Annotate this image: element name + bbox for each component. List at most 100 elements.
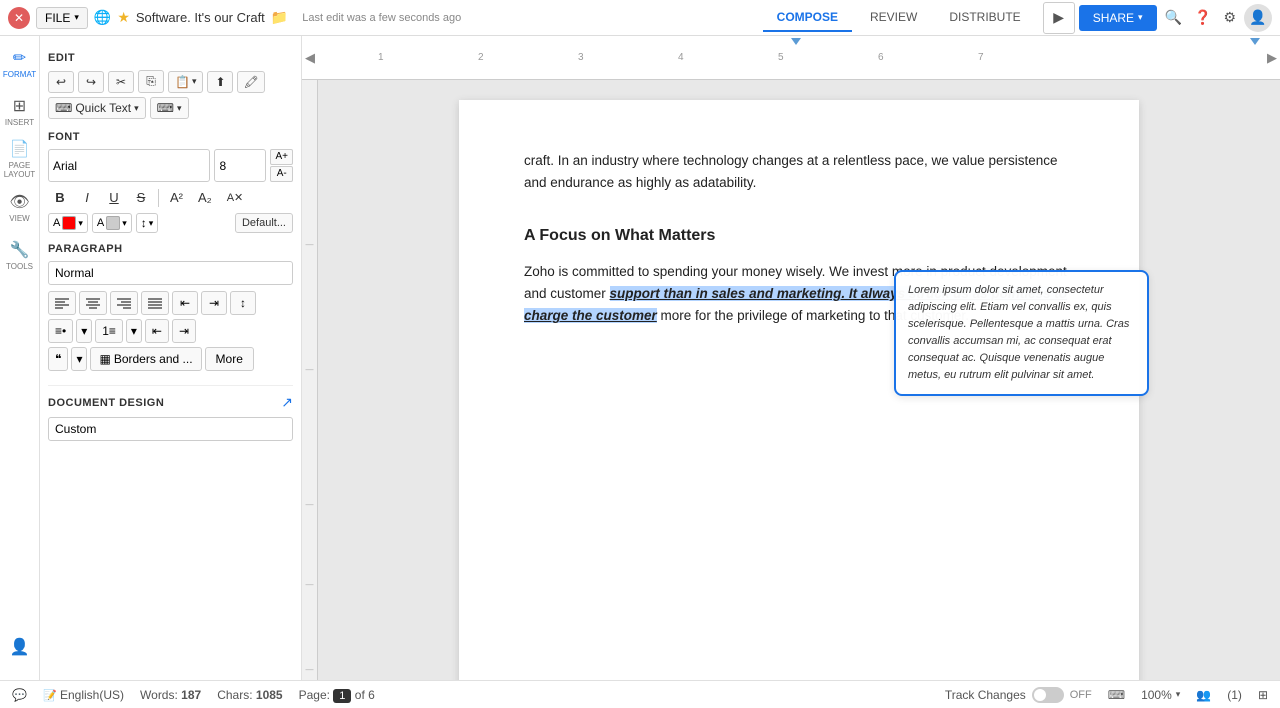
insert-icon: ⊞ xyxy=(13,96,26,116)
copy-button[interactable]: ⎘ xyxy=(138,70,164,93)
subscript-button[interactable]: A₂ xyxy=(192,186,218,209)
settings-icon[interactable]: ⚙ xyxy=(1219,5,1240,30)
decrease-indent-button[interactable]: ⇤ xyxy=(172,291,198,315)
close-button[interactable]: ✕ xyxy=(8,7,30,29)
present-icon[interactable]: ▶ xyxy=(1043,2,1075,34)
font-select-row: Arial Times New Roman Courier New 8 9 10… xyxy=(48,149,293,182)
sidebar-item-page[interactable]: 📄 PAGE LAYOUT xyxy=(2,136,38,182)
avatar[interactable]: 👤 xyxy=(1244,4,1272,32)
doc-pages: craft. In an industry where technology c… xyxy=(318,80,1280,680)
increase-indent-button[interactable]: ⇥ xyxy=(201,291,227,315)
move-up-button[interactable]: ⬆ xyxy=(207,71,233,93)
undo-button[interactable]: ↩ xyxy=(48,71,74,93)
collab-icon[interactable]: 👥 xyxy=(1196,688,1211,702)
numbered-list-button[interactable]: 1≡ xyxy=(95,319,123,343)
list-indent-out-button[interactable]: ⇥ xyxy=(172,319,196,343)
language[interactable]: 📝 English(US) xyxy=(43,688,124,702)
doc-title: Software. It's our Craft xyxy=(136,10,265,25)
char-count: Chars: 1085 xyxy=(217,688,282,702)
intro-paragraph: craft. In an industry where technology c… xyxy=(524,150,1074,195)
numbered-list-arrow[interactable]: ▾ xyxy=(126,319,142,343)
font-color-picker[interactable]: A ▾ xyxy=(48,213,88,233)
ruler-numbers: 1 2 3 4 5 6 7 xyxy=(318,36,1264,79)
font-size-increase-button[interactable]: A+ xyxy=(270,149,293,165)
topbar-right: COMPOSE REVIEW DISTRIBUTE ▶ SHARE ▾ 🔍 ❓ … xyxy=(763,2,1272,34)
quick-text-button[interactable]: ⌨ Quick Text ▾ xyxy=(48,97,146,119)
doc-scroll-container[interactable]: — — — — — craft. In an industry where te… xyxy=(302,80,1280,680)
align-left-button[interactable] xyxy=(48,291,76,315)
format-preset-button[interactable]: ⌨ ▾ xyxy=(150,97,189,119)
left-panel: EDIT ↩ ↪ ✂ ⎘ 📋 ▾ ⬆ 🖍 ⌨ Quick Text ▾ ⌨ ▾ xyxy=(40,36,302,680)
bold-button[interactable]: B xyxy=(48,186,72,209)
underline-button[interactable]: U xyxy=(102,186,126,209)
status-bar: 💬 📝 English(US) Words: 187 Chars: 1085 P… xyxy=(0,680,1280,708)
ruler-arrow-left[interactable]: ◀ xyxy=(302,50,318,66)
align-right-button[interactable] xyxy=(110,291,138,315)
chat-icon[interactable]: 💬 xyxy=(12,688,27,702)
font-size-decrease-button[interactable]: A- xyxy=(270,166,293,182)
sidebar-item-insert[interactable]: ⊞ INSERT xyxy=(2,88,38,134)
ruler-arrow-right[interactable]: ▶ xyxy=(1264,50,1280,66)
tab-compose[interactable]: COMPOSE xyxy=(763,4,852,32)
paragraph-style-select[interactable]: Normal Heading 1 Heading 2 Heading 3 Tit… xyxy=(48,261,293,285)
star-icon[interactable]: ★ xyxy=(117,9,130,26)
word-count: Words: 187 xyxy=(140,688,201,702)
redo-button[interactable]: ↪ xyxy=(78,71,104,93)
page[interactable]: craft. In an industry where technology c… xyxy=(459,100,1139,680)
superscript-button[interactable]: A² xyxy=(164,186,189,209)
doc-design-label: DOCUMENT DESIGN xyxy=(48,397,164,409)
folder-icon: 📁 xyxy=(271,9,288,26)
borders-button[interactable]: ▦ Borders and ... xyxy=(90,347,201,371)
align-justify-button[interactable] xyxy=(141,291,169,315)
view-icon: 👁 xyxy=(9,192,29,212)
tab-distribute[interactable]: DISTRIBUTE xyxy=(935,4,1034,32)
align-center-button[interactable] xyxy=(79,291,107,315)
doc-design-select[interactable]: Custom Default Modern Classic xyxy=(48,417,293,441)
edit-toolbar-row: ↩ ↪ ✂ ⎘ 📋 ▾ ⬆ 🖍 xyxy=(48,70,293,93)
font-size-select[interactable]: 8 9 10 11 12 14 xyxy=(214,149,266,182)
sidebar-item-tools[interactable]: 🔧 TOOLS xyxy=(2,232,38,278)
bullet-list-button[interactable]: ≡• xyxy=(48,319,73,343)
quote-button[interactable]: ❝ xyxy=(48,347,68,371)
line-spacing-button[interactable]: ↕ xyxy=(230,291,256,315)
paste-button[interactable]: 📋 ▾ xyxy=(168,71,203,93)
italic-button[interactable]: I xyxy=(75,186,99,209)
quote-arrow[interactable]: ▾ xyxy=(71,347,87,371)
keyboard-icon[interactable]: ⌨ xyxy=(1108,688,1125,702)
tools-icon: 🔧 xyxy=(10,240,30,260)
ruler-top: ◀ 1 2 3 4 5 6 7 ▶ xyxy=(302,36,1280,80)
bg-color-picker[interactable]: A ▾ xyxy=(92,213,132,233)
paragraph-section-label: PARAGRAPH xyxy=(48,243,293,255)
globe-icon[interactable]: 🌐 xyxy=(94,9,111,26)
line-spacing-picker[interactable]: ↕ ▾ xyxy=(136,213,159,233)
font-family-select[interactable]: Arial Times New Roman Courier New xyxy=(48,149,210,182)
strikethrough-button[interactable]: S xyxy=(129,186,153,209)
tab-review[interactable]: REVIEW xyxy=(856,4,931,32)
file-menu-button[interactable]: FILE ▾ xyxy=(36,7,88,29)
external-link-icon[interactable]: ↗ xyxy=(281,394,293,411)
list-indent-in-button[interactable]: ⇤ xyxy=(145,319,169,343)
bullet-list-arrow[interactable]: ▾ xyxy=(76,319,92,343)
quick-text-row: ⌨ Quick Text ▾ ⌨ ▾ xyxy=(48,97,293,119)
sidebar-item-user[interactable]: 👤 xyxy=(2,624,38,670)
last-edit-text: Last edit was a few seconds ago xyxy=(302,12,461,24)
main-area: ✏ FORMAT ⊞ INSERT 📄 PAGE LAYOUT 👁 VIEW 🔧… xyxy=(0,36,1280,680)
sidebar-item-view[interactable]: 👁 VIEW xyxy=(2,184,38,230)
search-icon[interactable]: 🔍 xyxy=(1161,5,1186,30)
grid-view-icon[interactable]: ⊞ xyxy=(1258,688,1268,702)
vertical-ruler: — — — — — xyxy=(302,80,318,680)
focus-heading: A Focus on What Matters xyxy=(524,223,1074,249)
ruler-handle-top[interactable] xyxy=(791,38,801,45)
clear-format-button[interactable]: A✕ xyxy=(221,187,250,208)
sidebar-item-format[interactable]: ✏ FORMAT xyxy=(2,40,38,86)
more-button[interactable]: More xyxy=(205,347,254,371)
ruler-handle-right[interactable] xyxy=(1250,38,1260,45)
track-changes-toggle[interactable] xyxy=(1032,687,1064,703)
cut-button[interactable]: ✂ xyxy=(108,71,134,93)
help-icon[interactable]: ❓ xyxy=(1190,5,1215,30)
default-button[interactable]: Default... xyxy=(235,213,293,233)
highlight-button[interactable]: 🖍 xyxy=(237,71,264,93)
text-format-row: B I U S A² A₂ A✕ xyxy=(48,186,293,209)
share-button[interactable]: SHARE ▾ xyxy=(1079,5,1157,31)
zoom-control[interactable]: 100% ▾ xyxy=(1141,688,1180,702)
